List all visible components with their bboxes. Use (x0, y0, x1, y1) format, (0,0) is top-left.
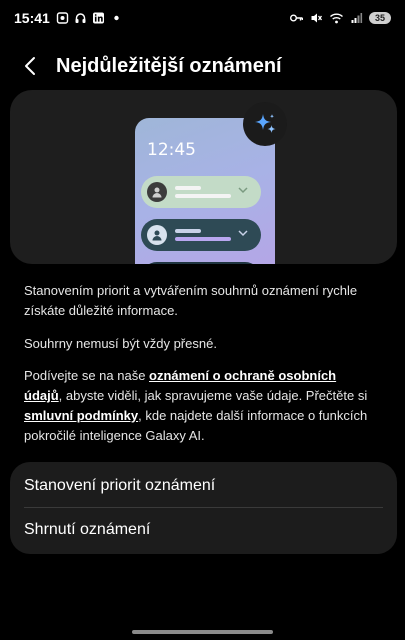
settings-card: Stanovení priorit oznámení Shrnutí oznám… (10, 462, 397, 554)
back-button[interactable] (8, 46, 52, 86)
chevron-down-icon (238, 230, 248, 237)
privacy-paragraph: Podívejte se na naše oznámení o ochraně … (24, 368, 368, 443)
linkedin-icon (92, 12, 104, 24)
description-paragraph: Stanovením priorit a vytvářením souhrnů … (24, 283, 358, 318)
galaxy-ai-badge (243, 102, 287, 146)
screenshot-icon (56, 12, 69, 24)
person-icon (152, 230, 162, 241)
page-title: Nejdůležitější oznámení (56, 54, 282, 77)
key-icon (290, 14, 303, 22)
avatar (147, 182, 167, 202)
mock-notification (141, 262, 261, 264)
mute-icon (311, 13, 323, 23)
status-bar: 15:41 35 (0, 0, 405, 36)
headphones-icon (75, 13, 86, 23)
settings-item-summarize[interactable]: Shrnutí oznámení (24, 508, 384, 552)
battery-indicator: 35 (369, 12, 391, 24)
status-left-icons (56, 12, 123, 24)
signal-icon (351, 13, 363, 23)
mock-notification (141, 219, 261, 251)
avatar (147, 225, 167, 245)
person-icon (152, 187, 162, 198)
wifi-icon (330, 13, 343, 24)
status-time: 15:41 (14, 10, 50, 26)
settings-item-prioritize[interactable]: Stanovení priorit oznámení (24, 464, 384, 508)
gesture-navigation-bar[interactable] (132, 630, 273, 634)
chevron-left-icon (25, 57, 35, 75)
phone-clock: 12:45 (147, 140, 196, 160)
chevron-down-icon (238, 187, 248, 194)
mock-notification (141, 176, 261, 208)
status-right-icons: 35 (289, 12, 391, 24)
sparkle-icon (255, 114, 276, 133)
accuracy-disclaimer: Souhrny nemusí být vždy přesné. (24, 336, 217, 351)
page-header: Nejdůležitější oznámení (0, 46, 405, 86)
terms-link[interactable]: smluvní podmínky (24, 408, 138, 423)
hero-illustration: 12:45 (10, 90, 397, 264)
notification-dot-icon (114, 15, 119, 21)
